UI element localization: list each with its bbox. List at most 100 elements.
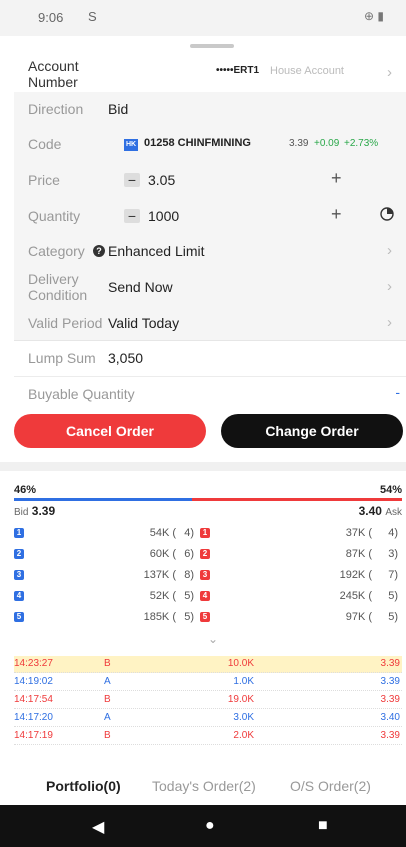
help-icon[interactable]: ? xyxy=(93,245,105,257)
drag-handle[interactable] xyxy=(190,44,234,48)
bid-label: Bid xyxy=(14,507,29,518)
price-increase-button[interactable]: + xyxy=(331,168,342,189)
order-tabs: Portfolio(0) Today's Order(2) O/S Order(… xyxy=(0,770,406,805)
bid-order-count: 4) xyxy=(184,527,194,539)
back-icon[interactable]: ◀ xyxy=(92,817,104,837)
bid-level-badge: 5 xyxy=(14,612,24,622)
trade-side: B xyxy=(104,694,111,705)
ask-level-badge: 4 xyxy=(200,591,210,601)
system-nav-bar: ◀ ● ■ xyxy=(0,805,406,847)
valid-period-value: Valid Today xyxy=(108,315,180,331)
trade-volume: 19.0K xyxy=(227,694,254,705)
chevron-right-icon: › xyxy=(387,64,392,81)
delivery-row[interactable]: Delivery Condition Send Now › xyxy=(14,268,406,307)
trade-time: 14:23:27 xyxy=(14,658,53,669)
depth-level-row: 1 54K ( 4) 1 37K ( 4) xyxy=(14,524,402,544)
ask-quantity: 245K ( xyxy=(339,590,372,602)
bid-quantity: 54K ( xyxy=(149,527,176,539)
price-decrease-button[interactable]: − xyxy=(124,173,140,187)
direction-value: Bid xyxy=(108,101,129,117)
ask-order-count: 5) xyxy=(388,611,398,623)
bid-price: 3.39 xyxy=(31,504,56,518)
trade-side: A xyxy=(104,712,111,723)
valid-period-row[interactable]: Valid Period Valid Today › xyxy=(14,306,406,341)
buyable-quantity-row: Buyable Quantity - xyxy=(14,376,406,410)
quantity-row: Quantity − 1000 + xyxy=(14,198,406,235)
home-icon[interactable]: ● xyxy=(205,817,215,835)
trade-side: B xyxy=(104,658,111,669)
ask-level-badge: 5 xyxy=(200,612,210,622)
trade-volume: 1.0K xyxy=(233,676,254,687)
ask-ratio-bar xyxy=(192,498,402,501)
bid-order-count: 5) xyxy=(184,611,194,623)
buyable-quantity-value: - xyxy=(395,384,400,400)
bid-quantity: 60K ( xyxy=(149,548,176,560)
direction-row: Direction Bid xyxy=(14,92,406,127)
depth-level-row: 5 185K (5) 5 97K (5) xyxy=(14,608,402,628)
ask-quantity: 97K ( xyxy=(345,611,372,623)
ask-order-count: 5) xyxy=(388,590,398,602)
bid-quantity: 137K ( xyxy=(143,569,176,581)
stock-price: 3.39 xyxy=(289,138,309,149)
battery-icon: ⊕ ▮ xyxy=(364,9,384,23)
account-label: Account Number xyxy=(28,58,79,90)
trade-volume: 2.0K xyxy=(233,730,254,741)
depth-level-row: 4 52K (5) 4 245K (5) xyxy=(14,587,402,607)
lump-sum-value: 3,050 xyxy=(108,350,144,366)
buyable-quantity-label: Buyable Quantity xyxy=(28,386,135,402)
account-number: •••••ERT1 xyxy=(216,65,260,76)
depth-level-row: 3 137K (8) 3 192K (7) xyxy=(14,566,402,586)
quantity-value[interactable]: 1000 xyxy=(148,208,179,224)
trade-price: 3.39 xyxy=(380,676,400,687)
ask-level-badge: 2 xyxy=(200,549,210,559)
depth-level-row: 2 60K (6) 2 87K (3) xyxy=(14,545,402,565)
cancel-order-button[interactable]: Cancel Order xyxy=(14,414,206,448)
quantity-increase-button[interactable]: + xyxy=(331,204,342,225)
quantity-decrease-button[interactable]: − xyxy=(124,209,140,223)
ask-order-count: 7) xyxy=(388,569,398,581)
ask-quantity: 37K ( xyxy=(345,527,372,539)
chevron-down-icon[interactable]: ⌄ xyxy=(208,632,218,646)
ask-order-count: 4) xyxy=(388,527,398,539)
ask-percentage: 54% xyxy=(379,484,402,496)
tab-todays-order[interactable]: Today's Order(2) xyxy=(152,778,256,794)
stock-code: 01258 CHINFMINING xyxy=(144,137,251,149)
bid-order-count: 8) xyxy=(184,569,194,581)
trade-row: 14:17:19 B 2.0K 3.39 xyxy=(14,728,402,745)
ask-quantity: 192K ( xyxy=(339,569,372,581)
trade-row: 14:17:20 A 3.0K 3.40 xyxy=(14,710,402,727)
code-row: Code HK 01258 CHINFMINING 3.39 +0.09 +2.… xyxy=(14,126,406,163)
trade-time: 14:19:02 xyxy=(14,676,53,687)
chevron-right-icon: › xyxy=(387,242,392,259)
trade-price: 3.39 xyxy=(380,730,400,741)
tab-portfolio[interactable]: Portfolio(0) xyxy=(46,778,121,794)
category-value: Enhanced Limit xyxy=(108,243,205,259)
delivery-value: Send Now xyxy=(108,279,173,295)
category-row[interactable]: Category ? Enhanced Limit › xyxy=(14,234,406,269)
trade-price: 3.39 xyxy=(380,658,400,669)
price-value[interactable]: 3.05 xyxy=(148,172,175,188)
trade-side: B xyxy=(104,730,111,741)
ask-label: Ask xyxy=(385,507,402,518)
trade-volume: 3.0K xyxy=(233,712,254,723)
bid-ratio-bar xyxy=(14,498,192,501)
section-divider xyxy=(0,462,406,471)
stock-change-pct: +2.73% xyxy=(344,138,379,149)
pie-chart-icon[interactable] xyxy=(380,207,394,221)
category-label: Category xyxy=(28,243,85,259)
sim-icon: S xyxy=(88,9,97,24)
change-order-button[interactable]: Change Order xyxy=(221,414,403,448)
account-type: House Account xyxy=(270,65,344,77)
account-row[interactable]: Account Number •••••ERT1 House Account › xyxy=(14,56,406,93)
bid-level-badge: 1 xyxy=(14,528,24,538)
trade-row: 14:17:54 B 19.0K 3.39 xyxy=(14,692,402,709)
chevron-right-icon: › xyxy=(387,314,392,331)
bid-order-count: 6) xyxy=(184,548,194,560)
trade-side: A xyxy=(104,676,111,687)
tab-os-order[interactable]: O/S Order(2) xyxy=(290,778,371,794)
order-sheet: Account Number •••••ERT1 House Account ›… xyxy=(14,36,406,452)
ask-level-badge: 1 xyxy=(200,528,210,538)
trade-price: 3.39 xyxy=(380,694,400,705)
recents-icon[interactable]: ■ xyxy=(318,817,328,835)
trade-volume: 10.0K xyxy=(227,658,254,669)
